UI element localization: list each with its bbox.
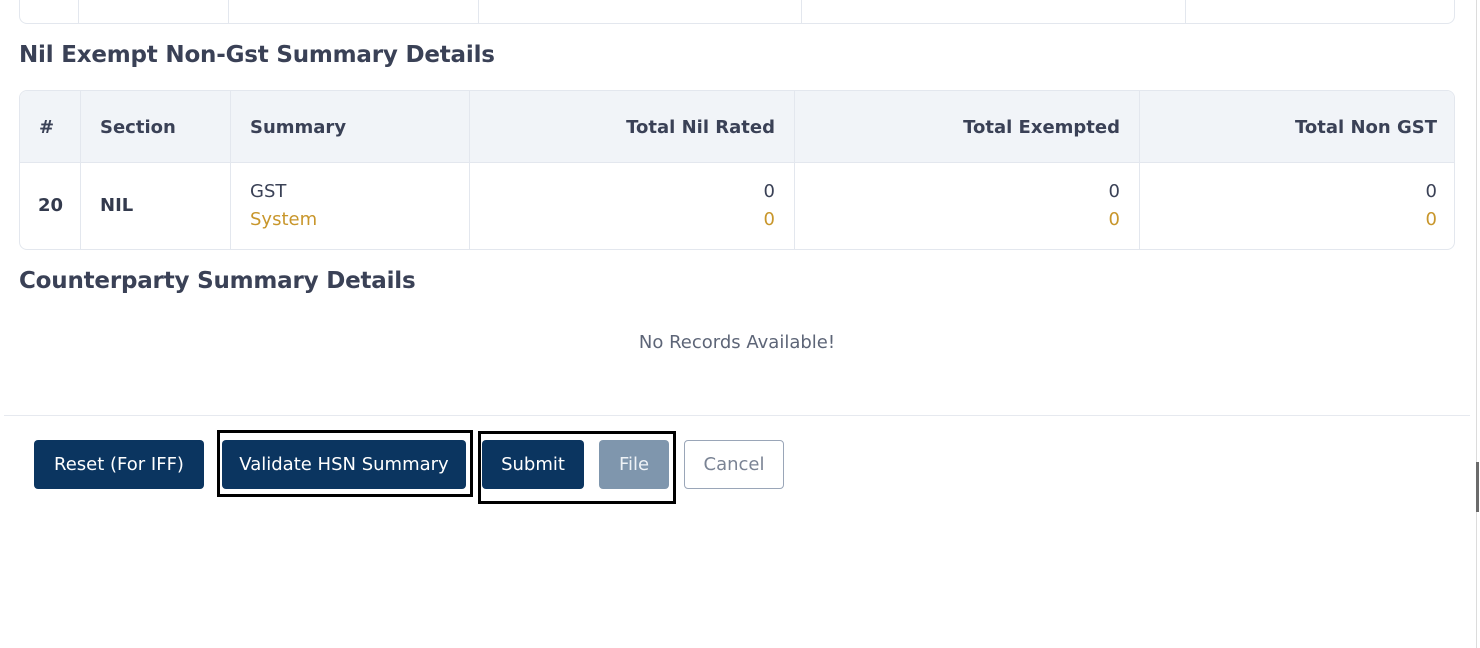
previous-table-edge — [19, 0, 1455, 24]
exempted-system-value: 0 — [1108, 209, 1120, 230]
non-gst-system-value: 0 — [1425, 209, 1437, 230]
header-total-exempted: Total Exempted — [795, 91, 1140, 162]
cancel-button[interactable]: Cancel — [684, 440, 784, 489]
validate-hsn-summary-button[interactable]: Validate HSN Summary — [222, 440, 466, 489]
file-button[interactable]: File — [599, 440, 669, 489]
summary-gst-label: GST — [250, 181, 287, 202]
header-section: Section — [81, 91, 231, 162]
cell-total-exempted: 0 0 — [795, 163, 1140, 249]
cell-total-non-gst: 0 0 — [1140, 163, 1454, 249]
table-header-row: # Section Summary Total Nil Rated Total … — [20, 91, 1454, 163]
nil-rated-gst-value: 0 — [763, 181, 775, 202]
header-total-nil-rated: Total Nil Rated — [470, 91, 795, 162]
nil-summary-title: Nil Exempt Non-Gst Summary Details — [19, 42, 495, 68]
table-row: 20 NIL GST System 0 0 0 0 0 0 — [20, 163, 1454, 249]
header-num: # — [20, 91, 81, 162]
header-summary: Summary — [231, 91, 470, 162]
scrollbar-track[interactable] — [1476, 0, 1477, 648]
non-gst-gst-value: 0 — [1425, 181, 1437, 202]
scrollbar-thumb[interactable] — [1476, 462, 1479, 512]
cell-total-nil-rated: 0 0 — [470, 163, 795, 249]
cell-summary: GST System — [231, 163, 470, 249]
reset-iff-button[interactable]: Reset (For IFF) — [34, 440, 204, 489]
submit-button[interactable]: Submit — [482, 440, 584, 489]
summary-system-label: System — [250, 209, 318, 230]
cell-num: 20 — [20, 163, 81, 249]
footer-divider — [4, 415, 1470, 416]
exempted-gst-value: 0 — [1108, 181, 1120, 202]
counterparty-summary-title: Counterparty Summary Details — [19, 268, 416, 294]
nil-summary-table: # Section Summary Total Nil Rated Total … — [19, 90, 1455, 250]
cell-section: NIL — [81, 163, 231, 249]
header-total-non-gst: Total Non GST — [1295, 117, 1437, 138]
nil-rated-system-value: 0 — [763, 209, 775, 230]
no-records-message: No Records Available! — [638, 332, 836, 353]
